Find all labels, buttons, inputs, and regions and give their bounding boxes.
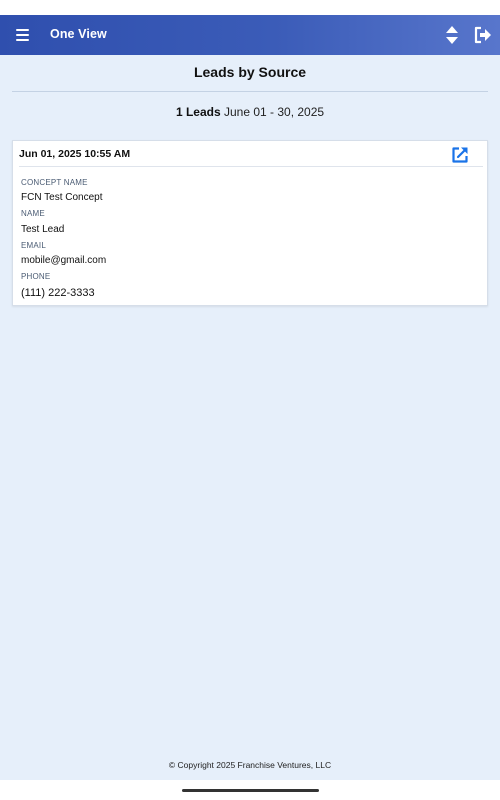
lead-card: Jun 01, 2025 10:55 AM CONCEPT NAME FCN T… — [12, 140, 488, 306]
name-label: NAME — [21, 209, 45, 218]
concept-name-value: FCN Test Concept — [21, 192, 103, 203]
concept-name-label: CONCEPT NAME — [21, 178, 88, 187]
phone-label: PHONE — [21, 272, 51, 281]
copyright-footer: © Copyright 2025 Franchise Ventures, LLC — [168, 760, 332, 770]
card-divider — [19, 166, 483, 167]
leads-count: 1 Leads — [175, 105, 221, 119]
lead-card-header: Jun 01, 2025 10:55 AM — [13, 141, 487, 167]
logout-icon[interactable] — [474, 26, 492, 44]
leads-summary: 1 Leads June 01 - 30, 2025 — [0, 105, 500, 119]
hamburger-menu-icon[interactable] — [16, 29, 29, 41]
app-header: One View — [0, 15, 500, 55]
date-range: June 01 - 30, 2025 — [223, 105, 325, 119]
sort-icon[interactable] — [445, 25, 459, 45]
email-value: mobile@gmail.com — [21, 255, 107, 266]
gesture-handle[interactable] — [182, 789, 319, 792]
open-in-new-icon[interactable] — [451, 146, 469, 164]
status-bar — [0, 0, 500, 15]
lead-datetime: Jun 01, 2025 10:55 AM — [19, 148, 131, 160]
page-title: Leads by Source — [193, 64, 307, 80]
name-value: Test Lead — [21, 224, 65, 235]
phone-value: (111) 222-3333 — [21, 287, 95, 299]
email-label: EMAIL — [21, 241, 47, 250]
title-divider — [12, 91, 488, 92]
app-title: One View — [50, 27, 107, 41]
